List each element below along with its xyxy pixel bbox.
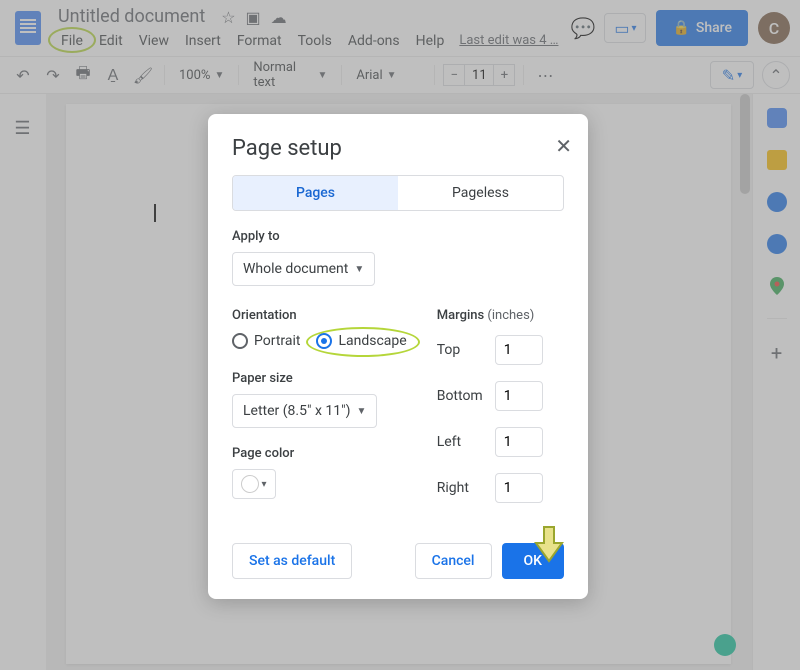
radio-icon (232, 333, 248, 349)
dialog-title: Page setup (232, 136, 564, 161)
paper-size-select[interactable]: Letter (8.5" x 11") ▼ (232, 394, 377, 428)
margin-bottom-input[interactable] (495, 381, 543, 411)
color-swatch-icon (241, 475, 259, 493)
dialog-tabs: Pages Pageless (232, 175, 564, 211)
orientation-portrait-radio[interactable]: Portrait (232, 333, 300, 349)
margin-right-input[interactable] (495, 473, 543, 503)
chevron-down-icon: ▼ (354, 264, 364, 275)
landscape-label: Landscape (338, 333, 406, 349)
page-color-label: Page color (232, 446, 407, 461)
page-color-picker[interactable]: ▾ (232, 469, 276, 499)
close-button[interactable]: ✕ (555, 134, 572, 158)
apply-to-value: Whole document (243, 261, 348, 277)
chevron-down-icon: ▾ (261, 479, 266, 490)
tab-pages[interactable]: Pages (233, 176, 398, 210)
margin-right-label: Right (437, 480, 495, 496)
margin-top-input[interactable] (495, 335, 543, 365)
tab-pageless[interactable]: Pageless (398, 176, 563, 210)
margin-top-label: Top (437, 342, 495, 358)
margin-left-label: Left (437, 434, 495, 450)
cancel-button[interactable]: Cancel (415, 543, 492, 579)
set-default-button[interactable]: Set as default (232, 543, 352, 579)
page-setup-dialog: Page setup ✕ Pages Pageless Apply to Who… (208, 114, 588, 599)
orientation-label: Orientation (232, 308, 407, 323)
radio-icon (316, 333, 332, 349)
orientation-landscape-radio[interactable]: Landscape (316, 333, 406, 349)
margin-bottom-label: Bottom (437, 388, 495, 404)
ok-button[interactable]: OK (502, 543, 565, 579)
margin-left-input[interactable] (495, 427, 543, 457)
paper-size-value: Letter (8.5" x 11") (243, 403, 350, 419)
apply-to-label: Apply to (232, 229, 564, 244)
margins-label: Margins (inches) (437, 308, 564, 323)
apply-to-select[interactable]: Whole document ▼ (232, 252, 375, 286)
paper-size-label: Paper size (232, 371, 407, 386)
chevron-down-icon: ▼ (356, 406, 366, 417)
portrait-label: Portrait (254, 333, 300, 349)
